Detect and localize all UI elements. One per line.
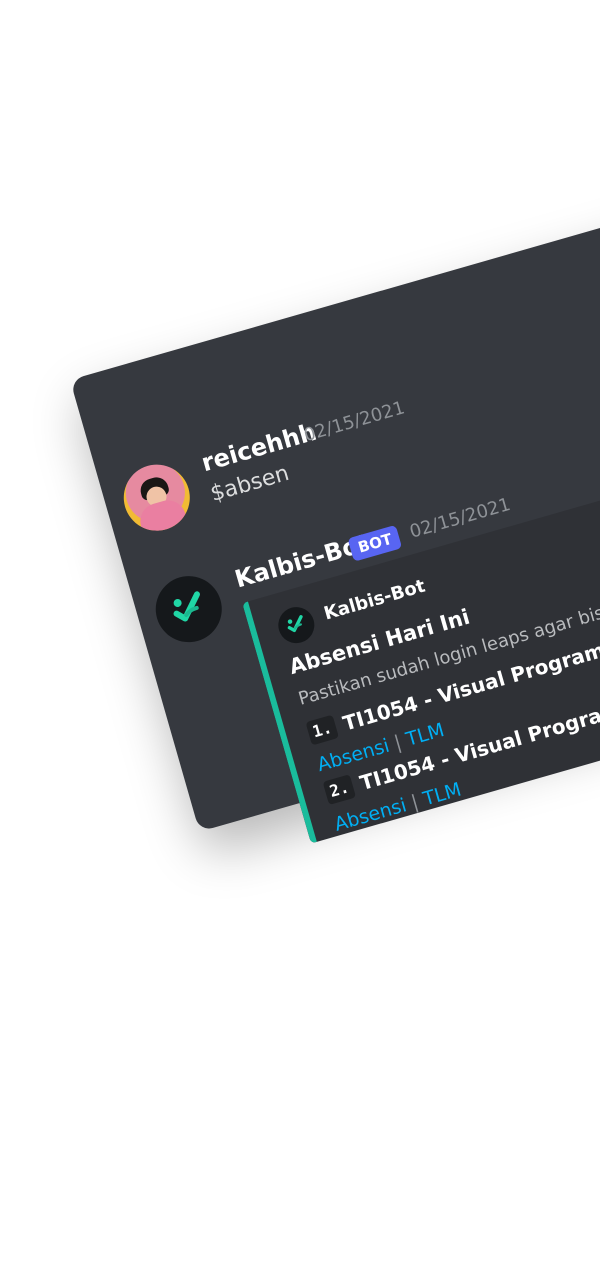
screenshot-canvas: reicehhh 02/15/2021 $absen Kalbis-Bot BO… — [0, 0, 600, 1280]
checkmark-logo-icon — [287, 615, 303, 633]
link-separator: | — [408, 790, 421, 814]
tlm-link[interactable]: TLM — [421, 779, 464, 811]
list-number-badge: 1. — [305, 714, 340, 746]
avatar-body — [136, 496, 190, 539]
link-separator: | — [391, 731, 404, 755]
embed-author-avatar — [274, 602, 319, 648]
user-avatar[interactable] — [115, 456, 198, 539]
user-message-timestamp: 02/15/2021 — [301, 397, 408, 447]
embed-author-name: Kalbis-Bot — [321, 575, 428, 625]
list-number-badge: 2. — [322, 774, 357, 806]
discord-message-card: reicehhh 02/15/2021 $absen Kalbis-Bot BO… — [70, 170, 600, 844]
tlm-link[interactable]: TLM — [404, 719, 447, 751]
bot-avatar[interactable] — [147, 568, 230, 650]
checkmark-logo-icon — [173, 591, 200, 622]
